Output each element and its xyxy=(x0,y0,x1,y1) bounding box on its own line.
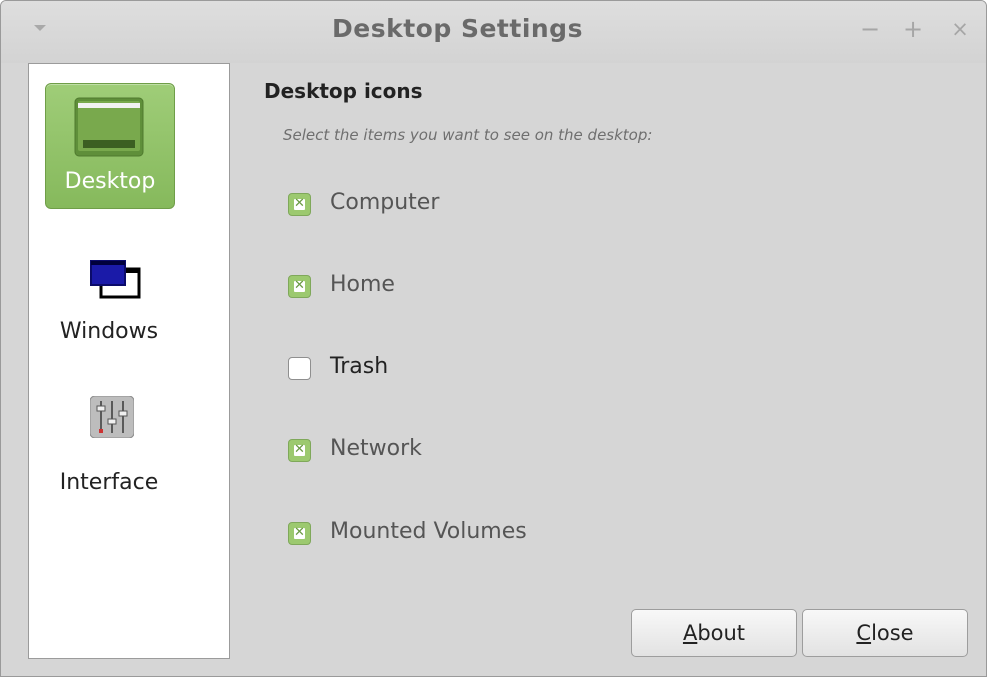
sidebar-item-desktop[interactable]: Desktop xyxy=(45,83,175,209)
sidebar-item-interface[interactable]: Interface xyxy=(45,394,173,504)
title-bar[interactable]: Desktop Settings − + × xyxy=(1,1,986,63)
sidebar-item-windows[interactable]: Windows xyxy=(45,249,173,349)
section-title: Desktop icons xyxy=(264,79,423,103)
checkbox-label[interactable]: Home xyxy=(330,272,395,297)
desktop-icon xyxy=(74,97,144,157)
about-label-rest: bout xyxy=(697,621,746,645)
sidebar-item-label: Desktop xyxy=(64,169,156,194)
sidebar: Desktop Windows Interface xyxy=(28,63,230,659)
window-title: Desktop Settings xyxy=(332,14,583,43)
windows-icon xyxy=(90,260,141,299)
section-subtitle: Select the items you want to see on the … xyxy=(283,126,653,144)
maximize-icon[interactable]: + xyxy=(899,15,927,43)
about-mnemonic: A xyxy=(682,621,698,645)
checkbox-checked-icon[interactable]: ✕ xyxy=(288,439,311,462)
close-mnemonic: C xyxy=(856,621,872,645)
about-button[interactable]: About xyxy=(631,609,797,657)
close-label-rest: lose xyxy=(871,621,914,645)
checkbox-checked-icon[interactable]: ✕ xyxy=(288,522,311,545)
desktop-settings-window: Desktop Settings − + × Desktop Windows I… xyxy=(0,0,987,677)
checkbox-label[interactable]: Computer xyxy=(330,190,439,215)
checkbox-label[interactable]: Mounted Volumes xyxy=(330,519,527,544)
checkbox-checked-icon[interactable]: ✕ xyxy=(288,193,311,216)
checkbox-label[interactable]: Network xyxy=(330,436,422,461)
sidebar-item-label: Windows xyxy=(59,319,159,344)
interface-mixer-icon xyxy=(90,396,134,438)
minimize-icon[interactable]: − xyxy=(856,15,884,43)
checkbox-unchecked-icon[interactable] xyxy=(288,357,311,380)
checkbox-checked-icon[interactable]: ✕ xyxy=(288,275,311,298)
close-window-icon[interactable]: × xyxy=(946,15,974,43)
close-button[interactable]: Close xyxy=(802,609,968,657)
checkbox-label[interactable]: Trash xyxy=(330,354,388,379)
sidebar-item-label: Interface xyxy=(59,470,159,495)
